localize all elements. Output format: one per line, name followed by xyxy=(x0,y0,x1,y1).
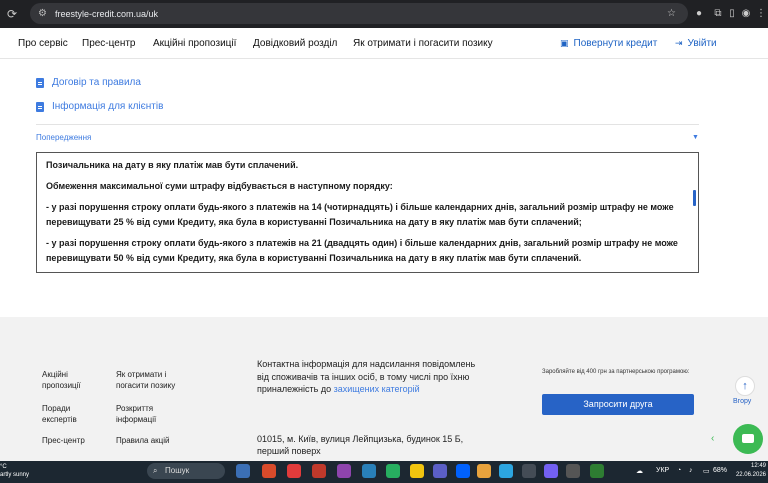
taskbar-app-icon[interactable] xyxy=(522,464,536,478)
return-credit-label: Повернути кредит xyxy=(573,38,658,49)
return-credit-link[interactable]: ▣ Повернути кредит xyxy=(560,38,657,49)
extensions-puzzle-icon[interactable]: ⧉ xyxy=(711,7,725,21)
weather-widget[interactable]: °C artly sunny xyxy=(0,461,29,479)
warning-paragraph: - у разі порушення строку оплати будь-як… xyxy=(46,238,678,263)
scroll-top-label[interactable]: Вгору xyxy=(733,398,751,405)
login-link[interactable]: ⇥ Увійти xyxy=(675,38,717,49)
clock-date: 22.06.2026 xyxy=(735,472,766,478)
extension-icon[interactable]: ● xyxy=(692,7,706,21)
doc-link-client-info[interactable]: Інформація для клієнтів xyxy=(36,101,163,112)
taskbar-app-icon[interactable] xyxy=(477,464,491,478)
address-bar[interactable]: ⚙ freestyle-credit.com.ua/uk ☆ xyxy=(30,3,688,24)
taskbar-search[interactable]: ⌕ Пошук xyxy=(147,463,225,479)
chevron-left-icon[interactable]: ‹ xyxy=(711,433,714,444)
bookmark-star-icon[interactable]: ☆ xyxy=(667,8,676,19)
nav-promotions[interactable]: Акційні пропозиції xyxy=(153,38,236,49)
footer-link-expert-tips[interactable]: Поради експертів xyxy=(42,403,102,425)
nav-press-center[interactable]: Прес-центр xyxy=(82,38,135,49)
warning-paragraph: - у разі порушення строку оплати будь-як… xyxy=(46,202,674,227)
url-text: freestyle-credit.com.ua/uk xyxy=(54,8,159,19)
windows-taskbar xyxy=(0,461,768,483)
site-header: Про сервіс Прес-центр Акційні пропозиції… xyxy=(0,28,768,59)
taskbar-app-icon[interactable] xyxy=(499,464,513,478)
taskbar-app-icon[interactable] xyxy=(566,464,580,478)
nav-about-service[interactable]: Про сервіс xyxy=(18,38,68,49)
taskbar-app-icon[interactable] xyxy=(287,464,301,478)
nav-get-and-repay-loan[interactable]: Як отримати і погасити позику xyxy=(353,38,493,49)
weather-temp: °C xyxy=(0,464,7,470)
footer-link-get-loan[interactable]: Як отримати і погасити позику xyxy=(116,369,188,391)
warning-paragraph: Обмеження максимальної суми штрафу відбу… xyxy=(46,181,393,191)
document-icon xyxy=(36,77,44,88)
weather-desc: artly sunny xyxy=(0,472,30,478)
warning-section-title[interactable]: Попередження xyxy=(36,133,91,142)
taskbar-app-icon[interactable] xyxy=(410,464,424,478)
doc-link-agreement[interactable]: Договір та правила xyxy=(36,77,141,88)
address: 01015, м. Київ, вулиця Лейпцизька, будин… xyxy=(257,434,464,456)
search-icon: ⌕ xyxy=(153,466,158,475)
taskbar-app-icon[interactable] xyxy=(590,464,604,478)
document-icon xyxy=(36,101,44,112)
warning-text-box[interactable]: Позичальника на дату в яку платіж мав бу… xyxy=(36,152,699,273)
footer-link-promotions[interactable]: Акційні пропозиції xyxy=(42,369,102,391)
chat-icon[interactable] xyxy=(733,424,763,454)
nav-reference[interactable]: Довідковий розділ xyxy=(253,38,337,49)
wifi-icon[interactable]: ◔ xyxy=(677,467,681,474)
taskbar-app-icon[interactable] xyxy=(544,464,558,478)
cloud-icon[interactable]: ☁ xyxy=(636,467,643,475)
battery-percent: 68% xyxy=(713,467,728,474)
taskbar-app-icon[interactable] xyxy=(262,464,276,478)
wallet-icon: ▣ xyxy=(560,38,569,48)
clock[interactable]: 12:49 22.06.2026 xyxy=(734,462,766,480)
warning-scrollbar[interactable] xyxy=(693,190,696,206)
doc-link-label: Інформація для клієнтів xyxy=(52,101,164,112)
clock-time: 12:49 xyxy=(750,463,766,469)
footer-link-disclosure[interactable]: Розкриття інформації xyxy=(116,403,188,425)
caret-down-icon[interactable]: ▼ xyxy=(692,134,699,141)
taskbar-app-icon[interactable] xyxy=(386,464,400,478)
divider xyxy=(36,124,699,125)
taskbar-app-icon[interactable] xyxy=(236,464,250,478)
invite-friend-button[interactable]: Запросити друга xyxy=(542,394,694,415)
doc-link-label: Договір та правила xyxy=(52,77,141,88)
browser-toolbar: ⟳ ⚙ freestyle-credit.com.ua/uk ☆ ● ⧉ ▯ ◉… xyxy=(0,0,768,28)
site-info-icon[interactable]: ⚙ xyxy=(38,8,47,19)
menu-icon[interactable]: ⋮ xyxy=(754,7,768,21)
taskbar-app-icon[interactable] xyxy=(337,464,351,478)
volume-icon[interactable]: ♪ xyxy=(689,467,693,474)
footer-link-promo-rules[interactable]: Правила акцій xyxy=(116,435,188,446)
login-label: Увійти xyxy=(687,38,717,49)
language-indicator[interactable]: УКР xyxy=(656,467,669,474)
taskbar-app-icon[interactable] xyxy=(433,464,447,478)
partner-promo-text: Заробляйте від 400 грн за партнерською п… xyxy=(542,369,690,375)
taskbar-app-icon[interactable] xyxy=(456,464,470,478)
protected-categories-link[interactable]: захищених категорій xyxy=(334,384,420,394)
battery-icon[interactable]: ▭ xyxy=(703,467,710,475)
login-icon: ⇥ xyxy=(675,38,683,48)
footer-link-press-center[interactable]: Прес-центр xyxy=(42,435,102,446)
contact-info: Контактна інформація для надсилання пові… xyxy=(257,358,482,396)
taskbar-app-icon[interactable] xyxy=(362,464,376,478)
sidebar-icon[interactable]: ▯ xyxy=(725,7,739,21)
warning-paragraph: Позичальника на дату в яку платіж мав бу… xyxy=(46,160,299,170)
taskbar-app-icon[interactable] xyxy=(312,464,326,478)
arrow-up-icon[interactable]: ↑ xyxy=(735,376,755,396)
profile-icon[interactable]: ◉ xyxy=(739,7,753,21)
reload-icon[interactable]: ⟳ xyxy=(4,7,20,21)
search-placeholder: Пошук xyxy=(165,466,190,475)
